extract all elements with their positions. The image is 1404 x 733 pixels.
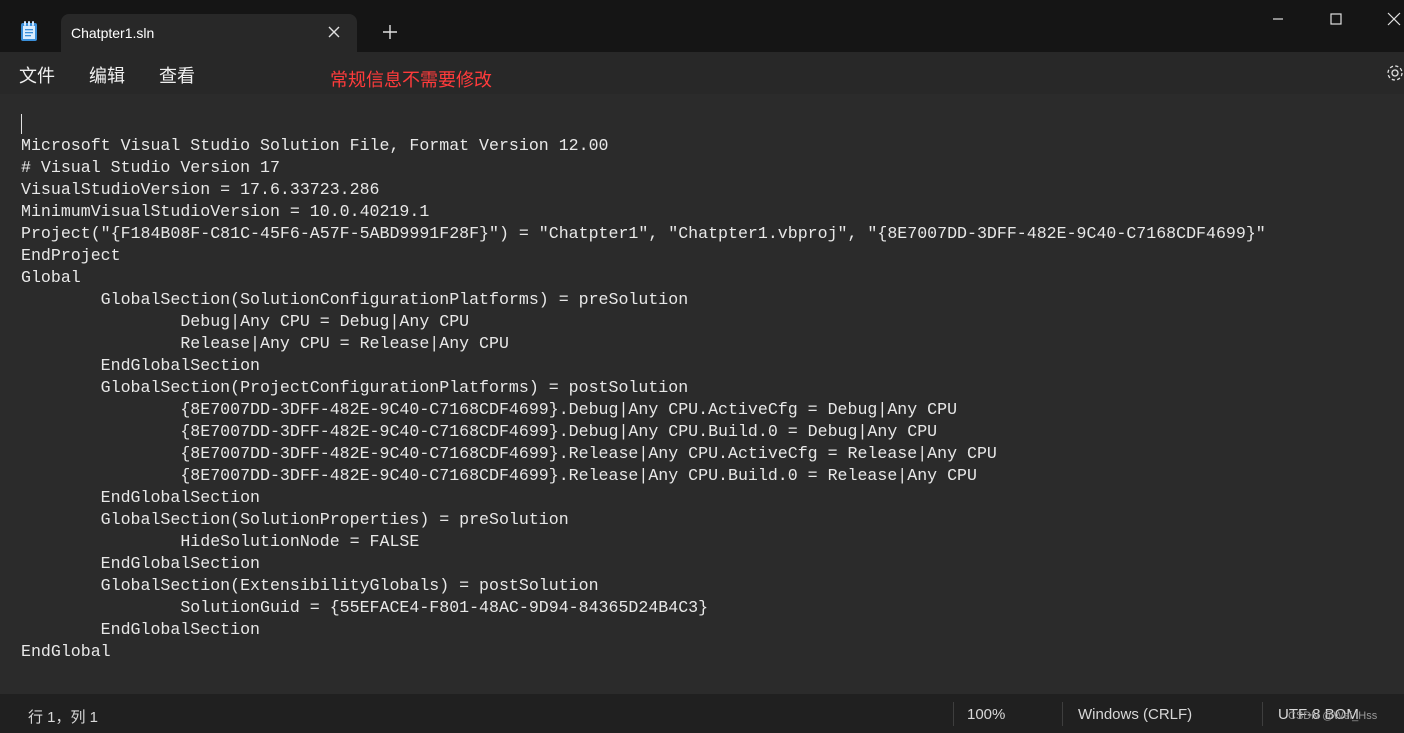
close-icon[interactable] (325, 23, 343, 41)
line-ending[interactable]: Windows (CRLF) (1078, 706, 1192, 723)
notepad-icon (21, 21, 37, 41)
plus-icon[interactable] (380, 22, 400, 42)
watermark: CSDN @Wei_Hss (1288, 710, 1378, 722)
status-divider (1062, 702, 1063, 726)
minimize-icon[interactable] (1267, 8, 1289, 30)
status-divider (953, 702, 954, 726)
notepad-window: Chatpter1.sln 文件 编辑 查看 常规信息不需要修改 Microso… (0, 0, 1404, 733)
editor-content[interactable]: Microsoft Visual Studio Solution File, F… (21, 135, 1266, 663)
maximize-icon[interactable] (1325, 8, 1347, 30)
gear-icon[interactable] (1384, 62, 1404, 84)
menu-file[interactable]: 文件 (19, 62, 55, 88)
menu-bar: 文件 编辑 查看 常规信息不需要修改 (0, 52, 1404, 94)
menu-view[interactable]: 查看 (159, 62, 195, 88)
status-bar: 行 1，列 1 100% Windows (CRLF) UTF-8 BOM CS… (0, 694, 1404, 733)
menu-edit[interactable]: 编辑 (89, 62, 125, 88)
text-caret (21, 114, 22, 134)
zoom-level[interactable]: 100% (967, 706, 1005, 723)
title-bar: Chatpter1.sln (0, 0, 1404, 52)
text-editor[interactable]: Microsoft Visual Studio Solution File, F… (0, 94, 1404, 694)
status-divider (1262, 702, 1263, 726)
cursor-position: 行 1，列 1 (28, 709, 99, 726)
tab-title: Chatpter1.sln (71, 25, 155, 41)
annotation-note: 常规信息不需要修改 (330, 70, 492, 91)
tab-chatpter1-sln[interactable]: Chatpter1.sln (61, 14, 357, 52)
close-window-icon[interactable] (1383, 8, 1404, 30)
